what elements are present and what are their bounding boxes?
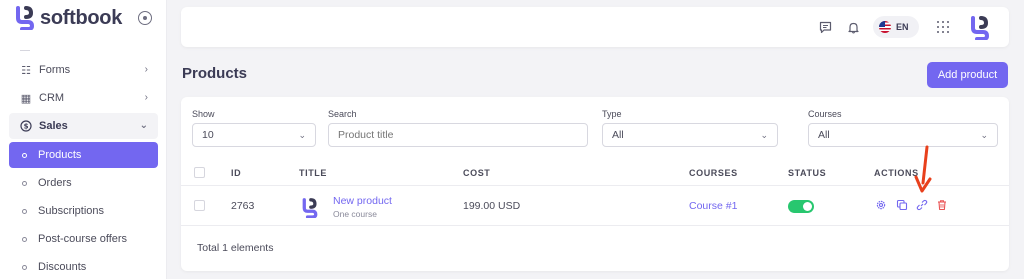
product-image bbox=[302, 198, 318, 218]
column-header-id: ID bbox=[231, 168, 242, 178]
courses-value: All bbox=[818, 129, 830, 141]
avatar[interactable] bbox=[969, 16, 991, 40]
chevron-down-icon: ⌄ bbox=[139, 120, 148, 131]
show-select[interactable]: 10 ⌄ bbox=[192, 123, 316, 147]
list-check-icon: ☷ bbox=[21, 64, 31, 77]
table-row: 2763 New product One course 199.00 USD C… bbox=[181, 186, 1009, 226]
circle-icon bbox=[22, 208, 27, 214]
language-code: EN bbox=[896, 22, 909, 32]
column-header-title: TITLE bbox=[299, 168, 327, 178]
add-product-button[interactable]: Add product bbox=[927, 62, 1008, 88]
column-header-cost: COST bbox=[463, 168, 491, 178]
total-elements-text: Total 1 elements bbox=[197, 242, 274, 254]
status-toggle[interactable] bbox=[788, 200, 814, 213]
sidebar-item-label: Post-course offers bbox=[38, 233, 128, 245]
circle-icon bbox=[22, 264, 27, 270]
circle-icon bbox=[22, 152, 27, 158]
chevron-down-icon: ⌄ bbox=[980, 130, 988, 140]
chevron-down-icon: ⌄ bbox=[298, 130, 306, 140]
show-value: 10 bbox=[202, 129, 214, 141]
brand-name: softbook bbox=[40, 6, 123, 29]
copy-icon[interactable] bbox=[896, 199, 908, 211]
sidebar: softbook ☷ Forms › ▦ CRM › $ Sales ⌄ Pro… bbox=[0, 0, 167, 279]
sidebar-item-subscriptions[interactable]: Subscriptions bbox=[9, 198, 158, 224]
language-selector[interactable]: EN bbox=[873, 16, 919, 38]
product-cost: 199.00 USD bbox=[463, 200, 521, 212]
search-label: Search bbox=[328, 109, 357, 119]
sidebar-item-label: Products bbox=[38, 149, 82, 161]
page-title: Products bbox=[182, 65, 248, 82]
type-value: All bbox=[612, 129, 624, 141]
product-id: 2763 bbox=[231, 200, 255, 212]
type-select[interactable]: All ⌄ bbox=[602, 123, 778, 147]
sidebar-item-discounts[interactable]: Discounts bbox=[9, 254, 158, 279]
products-card: Show 10 ⌄ Search Type All ⌄ Courses All … bbox=[181, 97, 1009, 271]
sidebar-item-label: CRM bbox=[39, 92, 65, 104]
link-icon[interactable] bbox=[916, 199, 928, 211]
row-checkbox[interactable] bbox=[194, 200, 205, 211]
sidebar-collapse-icon[interactable] bbox=[138, 11, 152, 25]
product-subtitle: One course bbox=[333, 209, 377, 219]
sidebar-item-label: Subscriptions bbox=[38, 205, 105, 217]
column-header-status: STATUS bbox=[788, 168, 827, 178]
show-label: Show bbox=[192, 109, 215, 119]
settings-gear-icon[interactable] bbox=[875, 199, 887, 211]
sidebar-item-post-course-offers[interactable]: Post-course offers bbox=[9, 226, 158, 252]
svg-text:$: $ bbox=[24, 123, 29, 131]
chevron-right-icon: › bbox=[144, 64, 148, 75]
courses-label: Courses bbox=[808, 109, 842, 119]
table-header: ID TITLE COST COURSES STATUS ACTIONS bbox=[181, 160, 1009, 186]
type-label: Type bbox=[602, 109, 622, 119]
chat-icon[interactable] bbox=[818, 20, 832, 34]
trash-icon[interactable] bbox=[936, 199, 948, 211]
sidebar-item-label: Discounts bbox=[38, 261, 87, 273]
softbook-logo-icon bbox=[16, 6, 35, 30]
sidebar-item-crm[interactable]: ▦ CRM › bbox=[9, 85, 158, 111]
sidebar-item-label: Forms bbox=[39, 64, 71, 76]
apps-grid-icon[interactable] bbox=[937, 21, 949, 33]
courses-select[interactable]: All ⌄ bbox=[808, 123, 998, 147]
chevron-right-icon: › bbox=[144, 92, 148, 103]
sidebar-item-forms[interactable]: ☷ Forms › bbox=[9, 57, 158, 83]
sidebar-item-sales[interactable]: $ Sales ⌄ bbox=[9, 113, 158, 139]
top-header: EN bbox=[181, 7, 1009, 47]
sidebar-item-label: Orders bbox=[38, 177, 72, 189]
product-course-link[interactable]: Course #1 bbox=[689, 200, 737, 212]
column-header-actions: ACTIONS bbox=[874, 168, 919, 178]
dollar-circle-icon: $ bbox=[20, 120, 32, 132]
select-all-checkbox[interactable] bbox=[194, 167, 205, 178]
grid-icon: ▦ bbox=[20, 92, 32, 105]
sidebar-item-orders[interactable]: Orders bbox=[9, 170, 158, 196]
us-flag-icon bbox=[879, 21, 891, 33]
sidebar-item-products[interactable]: Products bbox=[9, 142, 158, 168]
column-header-courses: COURSES bbox=[689, 168, 738, 178]
circle-icon bbox=[22, 236, 27, 242]
chevron-down-icon: ⌄ bbox=[760, 130, 768, 140]
sidebar-divider bbox=[20, 50, 30, 51]
annotation-arrow-icon bbox=[914, 145, 932, 193]
product-title-link[interactable]: New product bbox=[333, 195, 392, 207]
search-input[interactable] bbox=[328, 123, 588, 147]
sidebar-item-label: Sales bbox=[39, 120, 68, 132]
bell-icon[interactable] bbox=[846, 20, 860, 34]
circle-icon bbox=[22, 180, 27, 186]
brand-logo[interactable]: softbook bbox=[14, 6, 122, 30]
